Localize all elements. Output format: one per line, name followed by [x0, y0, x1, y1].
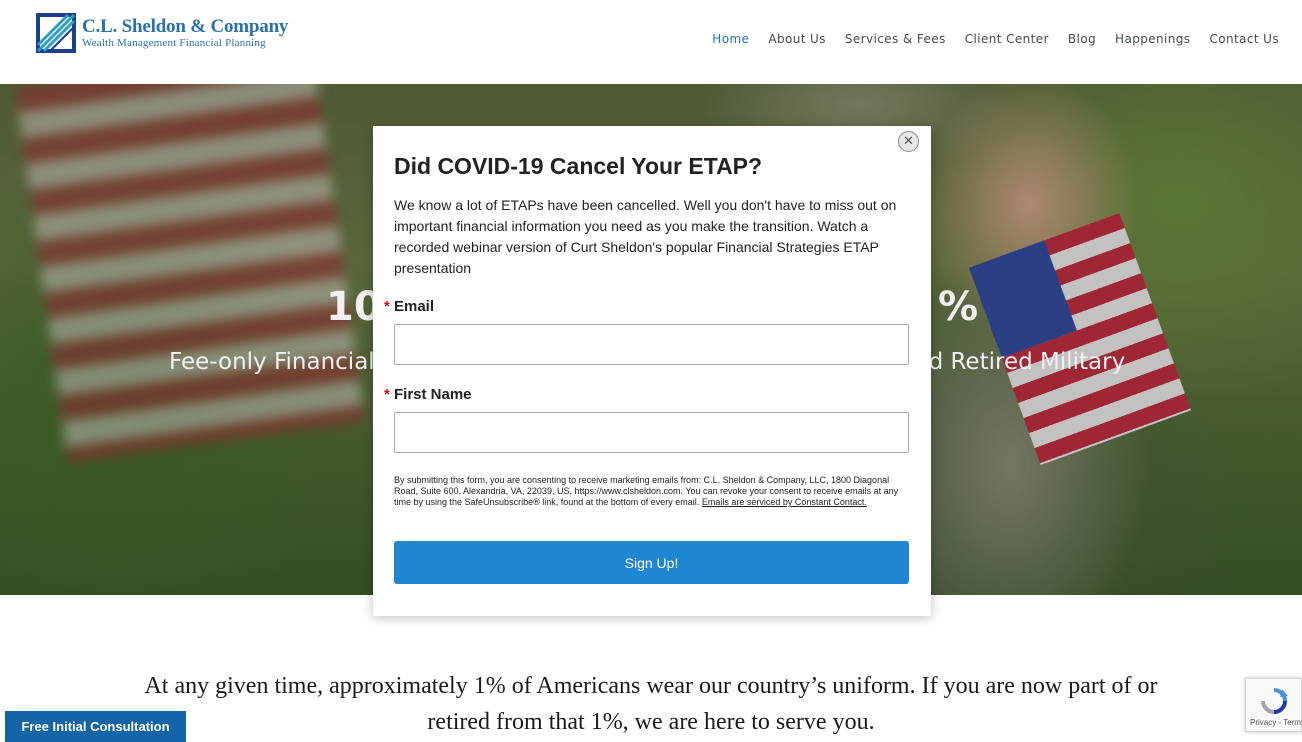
recaptcha-badge[interactable]: Privacy - Terms [1245, 678, 1302, 732]
mission-line-2: retired from that 1%, we are here to ser… [427, 709, 875, 735]
free-consultation-button[interactable]: Free Initial Consultation [5, 711, 186, 742]
recaptcha-icon [1261, 688, 1288, 714]
signup-modal: ✕ Did COVID-19 Cancel Your ETAP? We know… [373, 126, 931, 616]
first-name-label-text: First Name [394, 386, 472, 403]
hero-subtitle-right: nd Retired Military [914, 349, 1126, 375]
signup-button[interactable]: Sign Up! [394, 541, 909, 584]
main-nav: Home About Us Services & Fees Client Cen… [712, 32, 1279, 46]
hero-headline-right: % [938, 284, 979, 330]
required-marker: * [384, 386, 390, 403]
nav-home[interactable]: Home [712, 32, 749, 46]
nav-client-center[interactable]: Client Center [965, 32, 1049, 46]
first-name-field[interactable] [394, 412, 909, 453]
email-label-text: Email [394, 298, 435, 315]
mission-statement: At any given time, approximately 1% of A… [0, 668, 1302, 740]
modal-title: Did COVID-19 Cancel Your ETAP? [394, 153, 763, 179]
logo-mark-icon [36, 13, 76, 53]
nav-blog[interactable]: Blog [1068, 32, 1096, 46]
nav-contact-us[interactable]: Contact Us [1209, 32, 1279, 46]
first-name-label: * First Name [384, 386, 472, 403]
email-label: * Email [384, 298, 435, 315]
email-field[interactable] [394, 324, 909, 365]
logo[interactable]: C.L. Sheldon & Company Wealth Management… [34, 10, 288, 56]
mission-line-1: At any given time, approximately 1% of A… [144, 673, 1158, 699]
nav-services-fees[interactable]: Services & Fees [845, 32, 946, 46]
nav-about-us[interactable]: About Us [768, 32, 826, 46]
site-header: C.L. Sheldon & Company Wealth Management… [0, 0, 1302, 84]
logo-name: C.L. Sheldon & Company [82, 16, 289, 37]
required-marker: * [384, 298, 390, 315]
nav-happenings[interactable]: Happenings [1115, 32, 1190, 46]
modal-description: We know a lot of ETAPs have been cancell… [394, 197, 897, 276]
hero-subtitle-left: Fee-only Financial [169, 349, 375, 375]
consent-text: By submitting this form, you are consent… [394, 475, 906, 508]
close-icon[interactable]: ✕ [898, 131, 919, 152]
recaptcha-links[interactable]: Privacy - Terms [1250, 718, 1302, 727]
logo-tagline: Wealth Management Financial Planning [82, 37, 266, 49]
constant-contact-link[interactable]: Emails are serviced by Constant Contact. [702, 497, 867, 507]
